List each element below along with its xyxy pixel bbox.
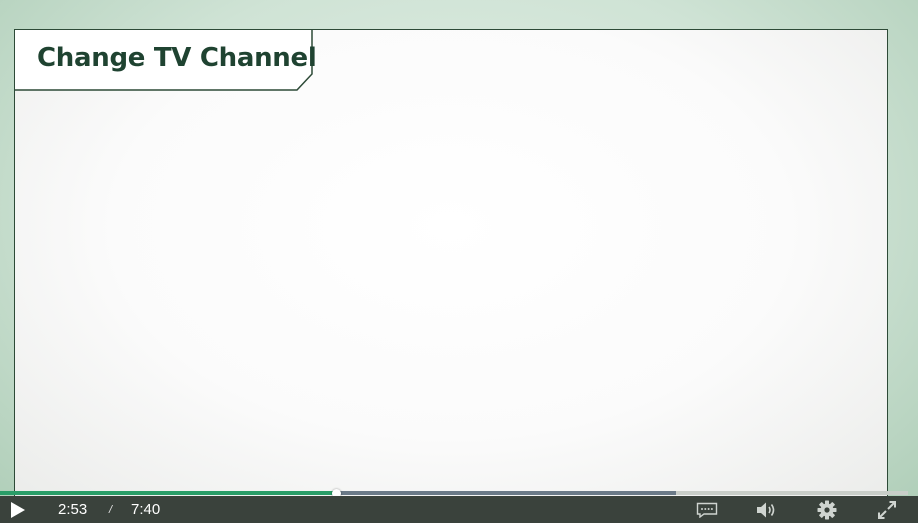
slide-title: Change TV Channel [37,43,317,73]
slide-title-tab: Change TV Channel [15,30,317,91]
video-player[interactable]: Change TV Channel 2:53 / 7:40 [0,0,918,523]
play-icon [11,501,25,518]
slide-board: Change TV Channel [14,29,888,499]
progress-played [0,491,336,495]
control-bar: 2:53 / 7:40 [0,496,918,523]
fullscreen-button[interactable] [873,496,901,523]
duration: 7:40 [131,501,161,518]
time-separator: / [109,504,113,516]
fullscreen-icon [878,500,896,519]
captions-button[interactable] [693,496,721,523]
gear-icon [817,500,837,519]
captions-icon [696,502,718,518]
volume-button[interactable] [753,496,781,523]
current-time: 2:53 [58,501,88,518]
play-button[interactable] [4,496,32,523]
settings-button[interactable] [813,496,841,523]
volume-icon [757,502,775,517]
